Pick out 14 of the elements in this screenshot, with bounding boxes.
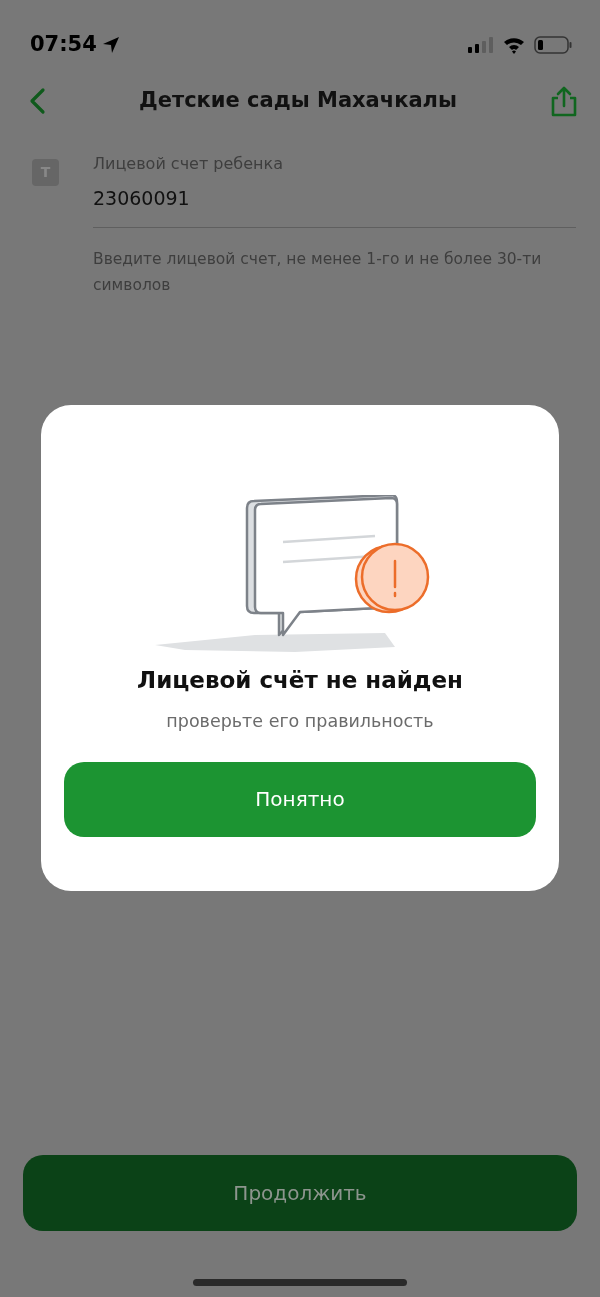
continue-button[interactable]: Продолжить xyxy=(23,1155,577,1231)
dialog-title: Лицевой счёт не найден xyxy=(137,666,463,695)
back-icon[interactable] xyxy=(28,87,46,115)
page-title: Детские сады Махачкалы xyxy=(139,87,457,115)
share-icon[interactable] xyxy=(550,85,578,117)
account-input-field[interactable]: 23060091 xyxy=(93,184,576,228)
field-label: Лицевой счет ребенка xyxy=(93,153,284,175)
wifi-icon xyxy=(502,36,526,54)
ok-button[interactable]: Понятно xyxy=(64,761,536,837)
battery-icon xyxy=(534,36,572,54)
signal-icon xyxy=(468,37,494,53)
field-hint: Введите лицевой счет, не менее 1-го и не более 30-ти символов xyxy=(93,248,543,296)
dialog-message: проверьте его правильность xyxy=(166,709,434,733)
status-time: 07:54 xyxy=(30,31,97,59)
